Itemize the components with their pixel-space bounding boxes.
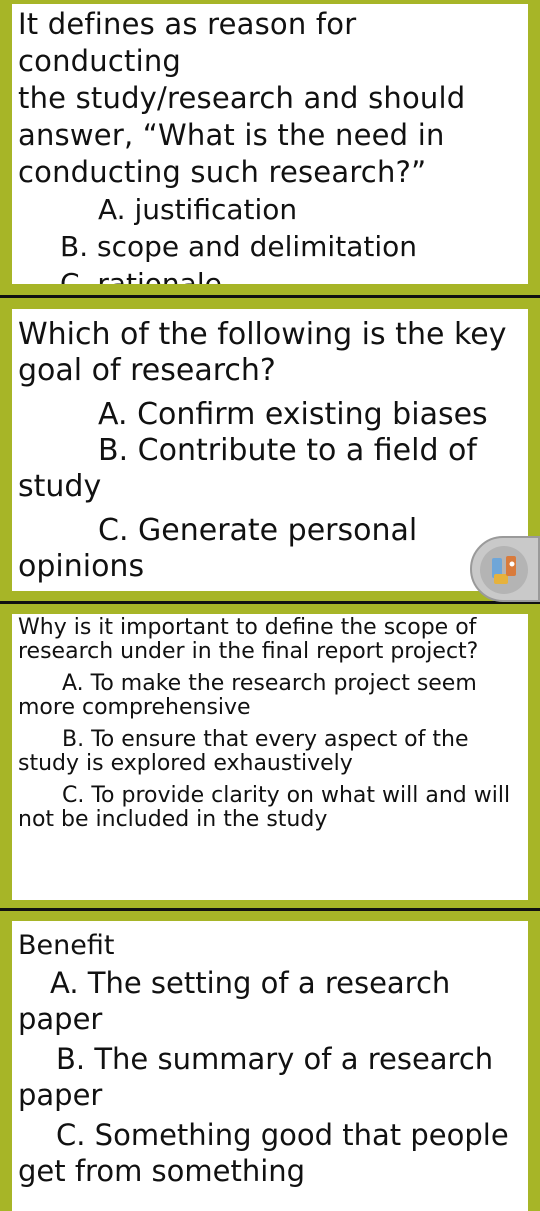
- question-line: Why is it important to define the scope …: [18, 615, 477, 640]
- option-a: A. To make the research project seem mor…: [18, 671, 484, 720]
- quiz-card-4-panel: Benefit A. The setting of a research pap…: [12, 921, 528, 1211]
- option-b: B. Contribute to a field of study: [18, 433, 487, 504]
- question-line: Benefit: [18, 930, 115, 961]
- question-line: conducting such research?”: [18, 155, 427, 189]
- option-c: C. Generate personal opinions: [18, 513, 427, 584]
- question-line: research under in the final report proje…: [18, 639, 479, 664]
- question-line: It defines as reason for conducting: [18, 7, 366, 78]
- question-line: the study/research and should: [18, 81, 466, 115]
- quiz-card-4: Benefit A. The setting of a research pap…: [0, 911, 540, 1211]
- option-a: A. The setting of a research paper: [18, 966, 460, 1036]
- option-b: B. The summary of a research paper: [18, 1042, 503, 1112]
- quiz-card-3: Why is it important to define the scope …: [0, 604, 540, 908]
- card-divider: [0, 295, 540, 298]
- option-b: B. To ensure that every aspect of the st…: [18, 727, 476, 776]
- option-a: A. justification: [98, 193, 298, 226]
- quiz-card-2-panel: Which of the following is the key goal o…: [12, 309, 528, 591]
- quiz-card-2: Which of the following is the key goal o…: [0, 299, 540, 601]
- question-line: Which of the following is the key: [18, 317, 507, 352]
- assistant-glyph-icon: [492, 556, 516, 584]
- quiz-card-1-panel: It defines as reason for conducting the …: [12, 4, 528, 284]
- option-c: C. rationale: [60, 267, 222, 284]
- assistant-bubble-icon[interactable]: [470, 536, 540, 602]
- quiz-card-3-panel: Why is it important to define the scope …: [12, 614, 528, 900]
- option-b: B. scope and delimitation: [60, 230, 417, 263]
- option-c: C. Something good that people get from s…: [18, 1118, 518, 1188]
- assistant-bubble-inner: [480, 546, 528, 594]
- quiz-card-1: It defines as reason for conducting the …: [0, 0, 540, 296]
- question-line: goal of research?: [18, 353, 276, 388]
- question-line: answer, “What is the need in: [18, 118, 445, 152]
- option-c: C. To provide clarity on what will and w…: [18, 783, 518, 832]
- option-a: A. Confirm existing biases: [98, 397, 488, 432]
